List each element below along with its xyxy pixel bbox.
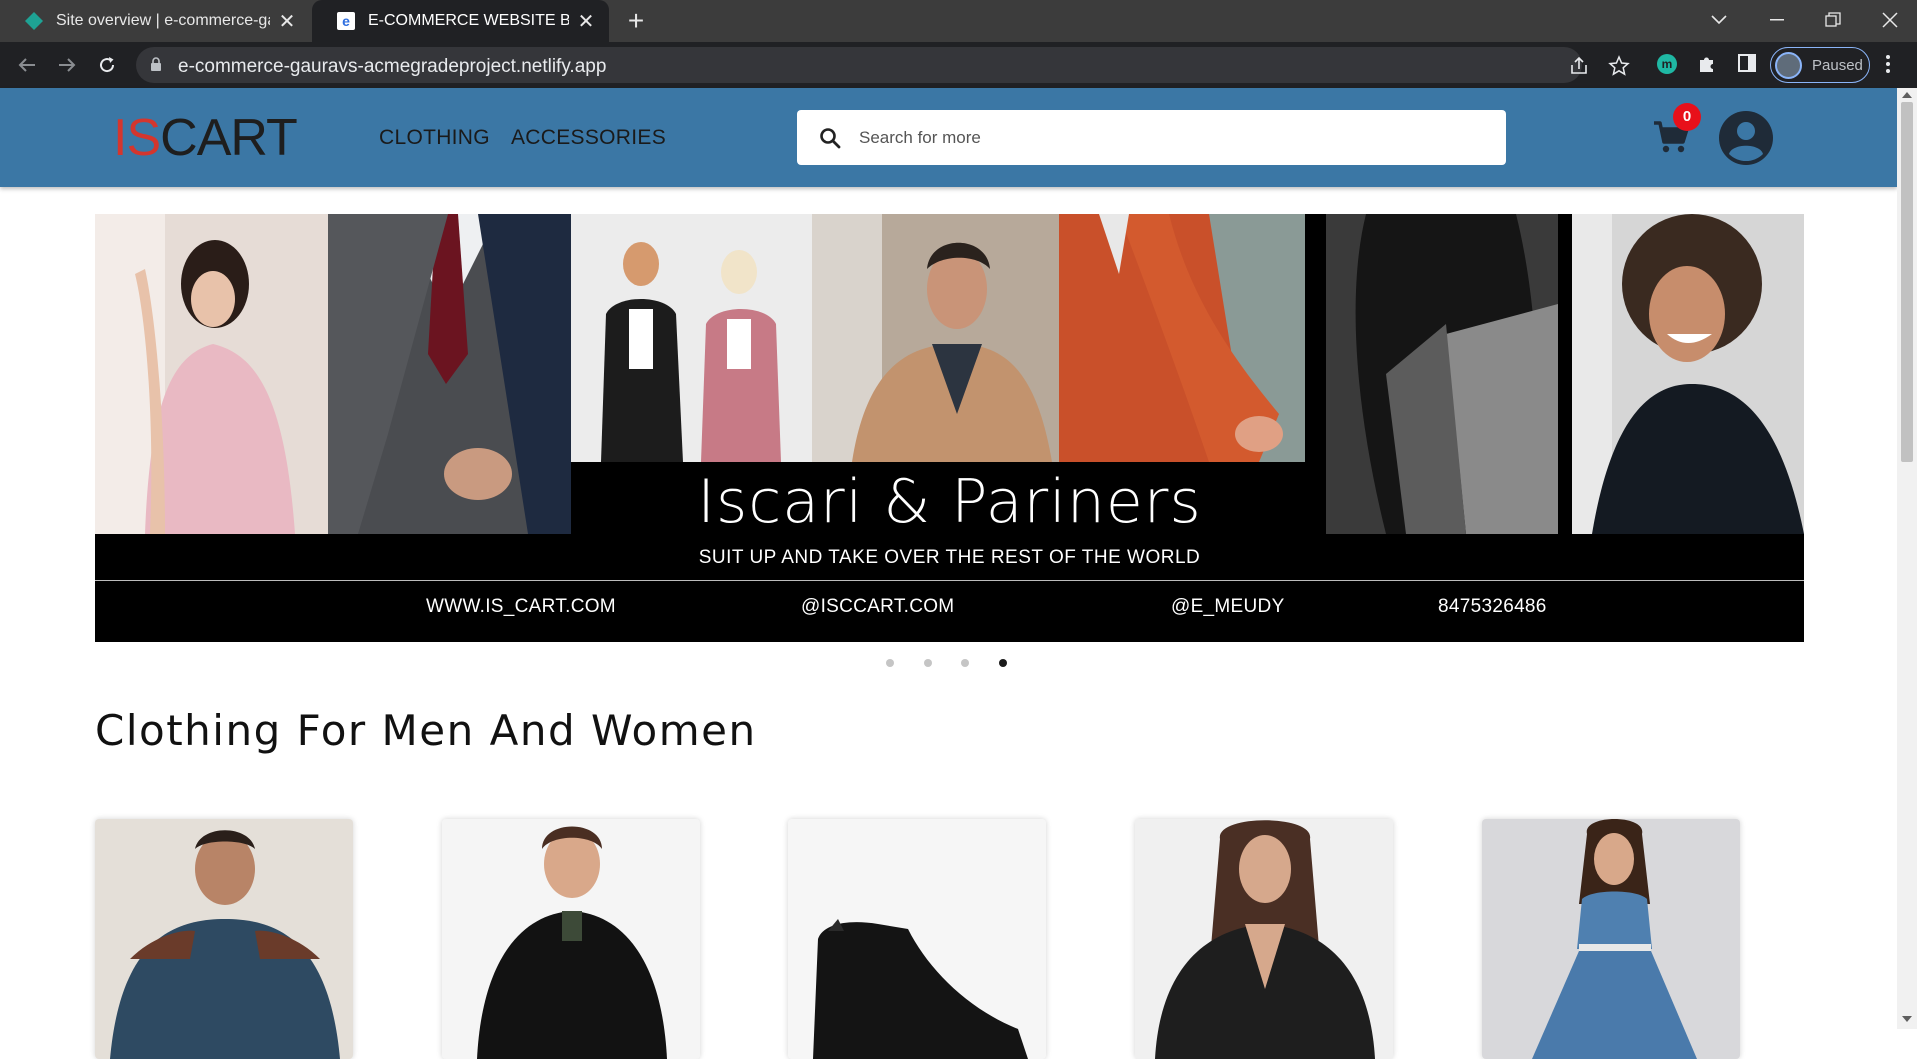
banner-photo-man-camel-coat <box>812 214 1059 462</box>
share-icon[interactable] <box>1568 55 1590 77</box>
banner-contact-website: WWW.IS_CART.COM <box>426 596 616 617</box>
product-card[interactable] <box>442 819 700 1059</box>
close-tab-icon[interactable]: ✕ <box>577 9 595 34</box>
site-header: ISCART CLOTHING ACCESSORIES 0 <box>0 88 1897 187</box>
reload-button[interactable] <box>92 50 122 80</box>
carousel-dot[interactable] <box>924 659 932 667</box>
restore-button[interactable] <box>1806 0 1860 40</box>
product-image-black-boot <box>788 819 1046 1059</box>
svg-text:e: e <box>342 13 350 29</box>
banner-title: Iscari & Pariners <box>697 467 1202 537</box>
banner-contact-email: @ISCCART.COM <box>801 596 955 617</box>
hero-banner-slide[interactable]: Iscari & Pariners SUIT UP AND TAKE OVER … <box>95 214 1804 642</box>
back-button[interactable] <box>12 50 42 80</box>
tab-search-button[interactable] <box>1692 0 1746 40</box>
minimize-icon <box>1770 19 1784 21</box>
reload-icon <box>100 57 115 73</box>
nav-link-accessories[interactable]: ACCESSORIES <box>511 126 666 150</box>
url-text: e-commerce-gauravs-acmegradeproject.netl… <box>178 56 607 77</box>
search-box <box>797 110 1506 165</box>
banner-contact-handle: @E_MEUDY <box>1171 596 1285 617</box>
carousel-dot[interactable] <box>886 659 894 667</box>
cart-count-badge: 0 <box>1673 103 1701 131</box>
carousel-indicators <box>886 659 1016 669</box>
profile-status: Paused <box>1812 56 1863 74</box>
tab-title: E-COMMERCE WEBSITE BY E_Meudy <box>368 12 569 29</box>
arrow-left-icon <box>18 58 35 72</box>
browser-toolbar: e-commerce-gauravs-acmegradeproject.netl… <box>0 42 1917 88</box>
product-image-man-blue-sweater <box>95 819 353 1059</box>
forward-button[interactable] <box>52 50 82 80</box>
browser-tab-ecommerce[interactable]: e E-COMMERCE WEBSITE BY E_Meudy ✕ <box>312 0 609 42</box>
address-bar[interactable]: e-commerce-gauravs-acmegradeproject.netl… <box>136 47 1630 83</box>
browser-tab-site-overview[interactable]: Site overview | e-commerce-gaurav ✕ <box>0 0 310 42</box>
product-card[interactable] <box>95 819 353 1059</box>
banner-tagline: SUIT UP AND TAKE OVER THE REST OF THE WO… <box>698 547 1201 568</box>
product-image-man-black-jacket <box>442 819 700 1059</box>
scroll-thumb[interactable] <box>1901 102 1913 462</box>
product-card[interactable] <box>788 819 1046 1059</box>
site-logo[interactable]: ISCART <box>113 109 298 167</box>
product-image-woman-blue-dress <box>1482 819 1740 1059</box>
restore-icon <box>1825 12 1841 27</box>
browser-tab-strip: Site overview | e-commerce-gaurav ✕ e E-… <box>0 0 1917 42</box>
minimize-button[interactable] <box>1750 0 1804 40</box>
logo-accent-text: IS <box>113 109 161 167</box>
side-panel-icon[interactable] <box>1737 53 1757 73</box>
close-icon <box>1882 12 1898 28</box>
scroll-up-arrow-icon[interactable] <box>1902 92 1912 98</box>
banner-photo-orange-coat <box>1059 214 1305 462</box>
scroll-down-arrow-icon[interactable] <box>1902 1016 1912 1022</box>
product-card[interactable] <box>1135 819 1393 1059</box>
product-image-woman-leather-jacket <box>1135 819 1393 1059</box>
search-icon[interactable] <box>819 127 841 149</box>
product-card[interactable] <box>1482 819 1740 1059</box>
user-account-icon[interactable] <box>1718 110 1774 166</box>
banner-divider <box>95 580 1804 581</box>
edge-e-icon: e <box>337 12 355 30</box>
arrow-right-icon <box>59 58 76 72</box>
puzzle-extensions-icon[interactable] <box>1697 53 1717 73</box>
svg-text:m: m <box>1662 57 1673 71</box>
search-input[interactable] <box>859 110 1479 165</box>
page-scrollbar[interactable] <box>1897 88 1917 1029</box>
profile-avatar <box>1775 51 1802 79</box>
carousel-dot-active[interactable] <box>999 659 1007 667</box>
banner-contact-phone: 8475326486 <box>1438 596 1547 617</box>
chevron-down-icon <box>1711 15 1727 25</box>
carousel-dot[interactable] <box>961 659 969 667</box>
close-window-button[interactable] <box>1863 0 1917 40</box>
lock-icon <box>151 57 161 71</box>
logo-text: CART <box>160 109 298 167</box>
close-tab-icon[interactable]: ✕ <box>278 9 296 34</box>
nav-link-clothing[interactable]: CLOTHING <box>379 126 490 150</box>
netlify-diamond-icon <box>25 12 43 30</box>
banner-photo-two-women <box>571 214 812 462</box>
new-tab-button[interactable]: + <box>622 6 650 36</box>
section-heading: Clothing For Men And Women <box>95 706 757 755</box>
more-menu-icon[interactable] <box>1885 54 1891 74</box>
tab-title: Site overview | e-commerce-gaurav <box>56 12 270 29</box>
profile-button[interactable]: Paused <box>1770 47 1870 83</box>
bookmark-star-icon[interactable] <box>1608 55 1630 77</box>
extension-m-icon[interactable]: m <box>1656 53 1678 75</box>
